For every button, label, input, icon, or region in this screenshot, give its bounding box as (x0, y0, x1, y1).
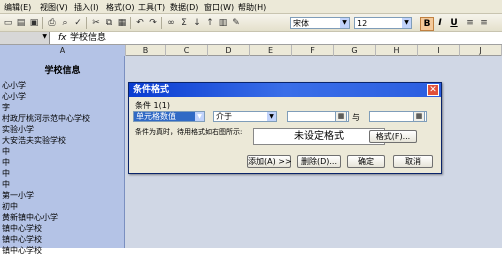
table-row[interactable]: 大安浩夫实验学校 (2, 135, 66, 146)
format-button[interactable]: 格式(F)... (369, 130, 417, 143)
table-row[interactable]: 镇中心学校 (2, 234, 42, 245)
preview-caption: 条件为真时，待用格式如右图所示: (135, 128, 243, 136)
underline-icon[interactable]: U (448, 17, 460, 29)
font-size-value: 12 (357, 19, 368, 28)
grid-line (460, 56, 461, 248)
column-header-b[interactable]: B (126, 45, 166, 56)
table-row[interactable]: 实验小学 (2, 124, 34, 135)
column-a-selected[interactable]: 学校信息 心小学 心小学 字 村政厅桃河示范中心学校 实验小学 大安浩夫实验学校… (0, 56, 125, 255)
toolbar-separator (86, 17, 87, 29)
operator-select[interactable]: 介于 ▼ (213, 111, 277, 122)
chevron-down-icon[interactable]: ▼ (267, 112, 276, 121)
menu-bar: 编辑(E) 视图(V) 插入(I) 格式(O) 工具(T) 数据(D) 窗口(W… (0, 0, 502, 14)
hyperlink-icon[interactable]: ∞ (165, 17, 177, 29)
dialog-title-bar[interactable]: 条件格式 ✕ (129, 83, 441, 97)
column-header-a[interactable]: A (0, 45, 126, 56)
table-row[interactable]: 中 (2, 146, 10, 157)
fx-icon[interactable]: fx (58, 32, 67, 44)
column-headers: A B C D E F G H I J (0, 45, 502, 56)
menu-edit[interactable]: 编辑(E) (4, 2, 31, 13)
column-header-f[interactable]: F (292, 45, 334, 56)
dialog-title: 条件格式 (133, 85, 170, 95)
table-row[interactable]: 心小学 (2, 91, 26, 102)
drawing-icon[interactable]: ✎ (230, 17, 242, 29)
chevron-down-icon[interactable]: ▼ (195, 112, 204, 121)
formula-input[interactable]: 学校信息 (70, 32, 106, 44)
toolbar-separator (161, 17, 162, 29)
menu-insert[interactable]: 插入(I) (74, 2, 99, 13)
font-size-select[interactable]: 12 ▼ (354, 17, 412, 29)
close-icon[interactable]: ✕ (427, 84, 439, 96)
menu-data[interactable]: 数据(D) (170, 2, 198, 13)
and-label: 与 (352, 113, 360, 122)
ok-button[interactable]: 确定 (347, 155, 385, 168)
condition-label: 条件 1(1) (135, 101, 170, 110)
menu-tools[interactable]: 工具(T) (138, 2, 165, 13)
bold-icon[interactable]: B (420, 17, 434, 31)
table-row[interactable]: 中 (2, 157, 10, 168)
chevron-down-icon[interactable]: ▼ (42, 33, 47, 40)
table-row[interactable]: 镇中心学校 (2, 245, 42, 256)
table-row[interactable]: 中 (2, 168, 10, 179)
paste-icon[interactable]: ▦ (116, 17, 128, 29)
column-header-c[interactable]: C (166, 45, 208, 56)
column-header-j[interactable]: J (460, 45, 502, 56)
formula-bar: ▼ fx 学校信息 (0, 32, 502, 45)
range-select-icon[interactable]: ▦ (335, 111, 347, 122)
align-left-icon[interactable]: ≡ (464, 17, 476, 29)
chart-icon[interactable]: ▥ (217, 17, 229, 29)
cut-icon[interactable]: ✂ (90, 17, 102, 29)
font-name-select[interactable]: 宋体 ▼ (290, 17, 350, 29)
undo-icon[interactable]: ↶ (134, 17, 146, 29)
column-header-g[interactable]: G (334, 45, 376, 56)
menu-view[interactable]: 视图(V) (40, 2, 68, 13)
table-row[interactable]: 镇中心学校 (2, 223, 42, 234)
table-row[interactable]: 字 (2, 102, 10, 113)
condition-type-value: 单元格数值 (136, 112, 176, 121)
spelling-icon[interactable]: ✓ (72, 17, 84, 29)
table-row[interactable]: 黄新镇中心小学 (2, 212, 58, 223)
menu-window[interactable]: 窗口(W) (204, 2, 234, 13)
align-center-icon[interactable]: ≡ (478, 17, 490, 29)
font-name-value: 宋体 (293, 19, 309, 28)
chevron-down-icon[interactable]: ▼ (340, 18, 349, 28)
sort-desc-icon[interactable]: ↑ (204, 17, 216, 29)
table-row[interactable]: 村政厅桃河示范中心学校 (2, 113, 90, 124)
cell-a1-title[interactable]: 学校信息 (0, 66, 125, 77)
column-header-d[interactable]: D (208, 45, 250, 56)
redo-icon[interactable]: ↷ (147, 17, 159, 29)
format-preview: 未设定格式 (253, 128, 385, 145)
menu-help[interactable]: 帮助(H) (238, 2, 266, 13)
table-row[interactable]: 初中 (2, 201, 18, 212)
cancel-button[interactable]: 取消 (393, 155, 433, 168)
new-icon[interactable]: ▭ (2, 17, 14, 29)
column-header-e[interactable]: E (250, 45, 292, 56)
italic-icon[interactable]: I (434, 17, 446, 29)
name-box[interactable]: ▼ (0, 32, 50, 44)
table-row[interactable]: 心小学 (2, 80, 26, 91)
table-row[interactable]: 中 (2, 179, 10, 190)
menu-format[interactable]: 格式(O) (106, 2, 135, 13)
toolbar-separator (42, 17, 43, 29)
copy-icon[interactable]: ⧉ (103, 17, 115, 29)
save-icon[interactable]: ▣ (28, 17, 40, 29)
toolbar: ▭ ▤ ▣ ⎙ ⌕ ✓ ✂ ⧉ ▦ ↶ ↷ ∞ Σ ↓ ↑ ▥ ✎ 宋体 ▼ 1… (0, 14, 502, 32)
chevron-down-icon[interactable]: ▼ (402, 18, 411, 28)
range-select-icon[interactable]: ▦ (413, 111, 425, 122)
operator-value: 介于 (216, 112, 232, 121)
conditional-format-dialog: 条件格式 ✕ 条件 1(1) 单元格数值 ▼ 介于 ▼ ▦ 与 ▦ 条件为真时，… (128, 82, 442, 174)
add-button[interactable]: 添加(A) >> (247, 155, 292, 168)
delete-button[interactable]: 删除(D)... (297, 155, 341, 168)
autosum-icon[interactable]: Σ (178, 17, 190, 29)
open-icon[interactable]: ▤ (15, 17, 27, 29)
print-icon[interactable]: ⎙ (46, 17, 58, 29)
preview-text: 未设定格式 (294, 131, 344, 142)
condition-type-select[interactable]: 单元格数值 ▼ (133, 111, 205, 122)
toolbar-separator (130, 17, 131, 29)
table-row[interactable]: 第一小学 (2, 190, 34, 201)
sort-asc-icon[interactable]: ↓ (191, 17, 203, 29)
column-header-h[interactable]: H (376, 45, 418, 56)
preview-icon[interactable]: ⌕ (59, 17, 71, 29)
column-header-i[interactable]: I (418, 45, 460, 56)
